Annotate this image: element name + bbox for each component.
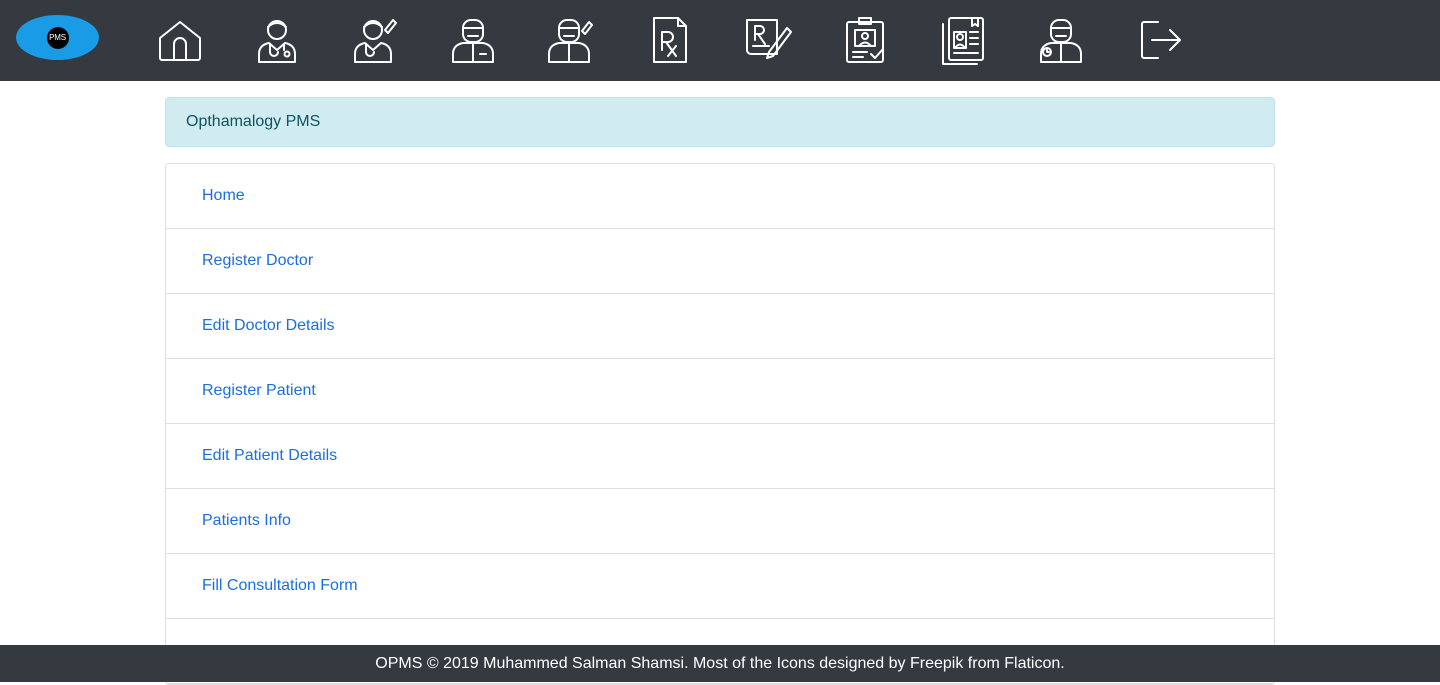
list-item-patients-info[interactable]: Patients Info — [166, 489, 1274, 554]
fill-consultation-form-link[interactable]: Fill Consultation Form — [202, 577, 358, 595]
logout-icon[interactable] — [1134, 14, 1186, 66]
patient-icon[interactable] — [447, 14, 499, 66]
patient-edit-icon[interactable] — [545, 14, 597, 66]
top-navbar: PMS — [0, 0, 1440, 81]
register-patient-link[interactable]: Register Patient — [202, 382, 316, 400]
prescription-write-icon[interactable] — [741, 14, 793, 66]
list-item-register-doctor[interactable]: Register Doctor — [166, 229, 1274, 294]
patients-info-link[interactable]: Patients Info — [202, 512, 291, 530]
pms-logo[interactable]: PMS — [16, 15, 99, 60]
app-title-alert: Opthamalogy PMS — [165, 97, 1275, 147]
footer: OPMS © 2019 Muhammed Salman Shamsi. Most… — [0, 645, 1440, 682]
doctor-stethoscope-icon[interactable] — [251, 14, 303, 66]
prescription-icon[interactable] — [644, 14, 696, 66]
list-item-edit-doctor[interactable]: Edit Doctor Details — [166, 294, 1274, 359]
home-icon[interactable] — [154, 14, 206, 66]
footer-text: OPMS © 2019 Muhammed Salman Shamsi. Most… — [375, 654, 1065, 672]
list-item-consultation-form[interactable]: Fill Consultation Form — [166, 554, 1274, 619]
edit-patient-details-link[interactable]: Edit Patient Details — [202, 447, 337, 465]
register-doctor-link[interactable]: Register Doctor — [202, 252, 313, 270]
doctor-edit-icon[interactable] — [349, 14, 401, 66]
logo-text: PMS — [46, 26, 69, 49]
home-link[interactable]: Home — [202, 187, 245, 205]
list-item-edit-patient[interactable]: Edit Patient Details — [166, 424, 1274, 489]
patient-records-icon[interactable] — [937, 14, 989, 66]
app-title: Opthamalogy PMS — [186, 113, 321, 130]
list-item-register-patient[interactable]: Register Patient — [166, 359, 1274, 424]
id-card-check-icon[interactable] — [839, 14, 891, 66]
list-item-home[interactable]: Home — [166, 164, 1274, 229]
edit-doctor-details-link[interactable]: Edit Doctor Details — [202, 317, 335, 335]
patient-history-icon[interactable] — [1035, 14, 1087, 66]
menu-list: Home Register Doctor Edit Doctor Details… — [165, 163, 1275, 685]
